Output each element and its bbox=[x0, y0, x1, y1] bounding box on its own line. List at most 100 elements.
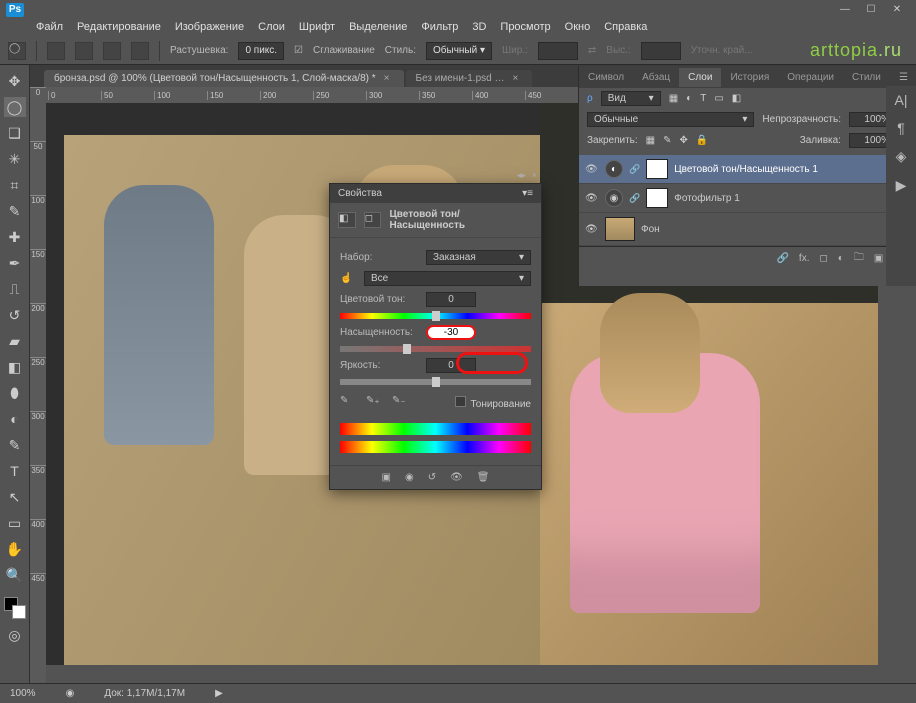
layer-row[interactable]: 👁 Фон 🔒 bbox=[579, 213, 916, 246]
adjustment-icon[interactable]: ◐ bbox=[838, 253, 844, 264]
current-tool-icon[interactable]: ◯ bbox=[8, 42, 26, 60]
gradient-tool-icon[interactable]: ◧ bbox=[4, 357, 26, 377]
doc-size[interactable]: Док: 1,17M/1,17M bbox=[104, 688, 185, 699]
eyedropper-plus-icon[interactable]: ✎₊ bbox=[366, 395, 382, 411]
lightness-input[interactable]: 0 bbox=[426, 358, 476, 373]
visibility-icon[interactable]: 👁 bbox=[585, 224, 599, 235]
close-icon[interactable]: ✕ bbox=[884, 2, 910, 18]
layer-row[interactable]: 👁 ◉ 🔗 Фотофильтр 1 bbox=[579, 184, 916, 213]
marquee-tool-icon[interactable]: ◯ bbox=[4, 97, 26, 117]
hue-slider[interactable] bbox=[340, 313, 531, 319]
eyedropper-tool-icon[interactable]: ✎ bbox=[4, 201, 26, 221]
clip-icon[interactable]: ▣ bbox=[382, 472, 391, 483]
mask-icon[interactable]: ◻ bbox=[819, 253, 827, 264]
tab-history[interactable]: История bbox=[721, 68, 778, 87]
stamp-tool-icon[interactable]: ⎍ bbox=[4, 279, 26, 299]
lock-all-icon[interactable]: 🔒 bbox=[696, 135, 708, 146]
saturation-input[interactable]: -30 bbox=[426, 325, 476, 340]
maximize-icon[interactable]: ☐ bbox=[858, 2, 884, 18]
type-tool-icon[interactable]: T bbox=[4, 461, 26, 481]
new-layer-icon[interactable]: ▣ bbox=[874, 253, 883, 264]
blur-tool-icon[interactable]: ⬮ bbox=[4, 383, 26, 403]
lasso-tool-icon[interactable]: ❑ bbox=[4, 123, 26, 143]
character-panel-icon[interactable]: A| bbox=[895, 92, 908, 108]
mask-thumb[interactable] bbox=[646, 159, 668, 179]
wand-tool-icon[interactable]: ✳ bbox=[4, 149, 26, 169]
zoom-level[interactable]: 100% bbox=[10, 688, 36, 699]
menu-window[interactable]: Окно bbox=[565, 21, 591, 37]
lock-move-icon[interactable]: ✥ bbox=[680, 135, 688, 146]
tab-layers[interactable]: Слои bbox=[679, 68, 721, 87]
doc-tab-2[interactable]: Без имени-1.psd …× bbox=[406, 70, 533, 87]
history-brush-tool-icon[interactable]: ↺ bbox=[4, 305, 26, 325]
status-arrow-icon[interactable]: ▶ bbox=[215, 688, 223, 699]
reset-icon[interactable]: ↺ bbox=[428, 472, 436, 483]
menu-select[interactable]: Выделение bbox=[349, 21, 407, 37]
colorize-checkbox[interactable] bbox=[455, 396, 466, 407]
collapse-icon[interactable]: ◂▸ bbox=[517, 170, 526, 181]
tab-paragraph[interactable]: Абзац bbox=[633, 68, 679, 87]
eyedropper-minus-icon[interactable]: ✎₋ bbox=[392, 395, 408, 411]
layer-name[interactable]: Фон bbox=[641, 224, 660, 235]
status-swatch-icon[interactable]: ◉ bbox=[66, 688, 75, 699]
hue-input[interactable]: 0 bbox=[426, 292, 476, 307]
filter-type-icon[interactable]: T bbox=[700, 93, 706, 104]
close-icon[interactable]: × bbox=[384, 73, 390, 84]
layers-panel-icon[interactable]: ◈ bbox=[896, 148, 907, 165]
trash-icon[interactable]: 🗑 bbox=[477, 472, 490, 483]
visibility-icon[interactable]: 👁 bbox=[585, 193, 599, 204]
dodge-tool-icon[interactable]: ◐ bbox=[4, 409, 26, 429]
blend-mode-select[interactable]: Обычные▾ bbox=[587, 112, 754, 127]
visibility-icon[interactable]: 👁 bbox=[585, 164, 599, 175]
path-tool-icon[interactable]: ↖ bbox=[4, 487, 26, 507]
mask-icon[interactable]: ◻ bbox=[364, 212, 382, 228]
close-icon[interactable]: × bbox=[512, 73, 518, 84]
eraser-tool-icon[interactable]: ▰ bbox=[4, 331, 26, 351]
menu-edit[interactable]: Редактирование bbox=[77, 21, 161, 37]
hand-tool-icon[interactable]: ✋ bbox=[4, 539, 26, 559]
eyedropper-icon[interactable]: ✎ bbox=[340, 395, 356, 411]
selection-add-icon[interactable] bbox=[75, 42, 93, 60]
preset-select[interactable]: Заказная▾ bbox=[426, 250, 531, 265]
brush-tool-icon[interactable]: ✒ bbox=[4, 253, 26, 273]
layer-name[interactable]: Цветовой тон/Насыщенность 1 bbox=[674, 164, 818, 175]
move-tool-icon[interactable]: ✥ bbox=[4, 71, 26, 91]
link-icon[interactable]: 🔗 bbox=[629, 193, 640, 204]
saturation-slider[interactable] bbox=[340, 346, 531, 352]
menu-3d[interactable]: 3D bbox=[472, 21, 486, 37]
filter-smart-icon[interactable]: ◧ bbox=[732, 93, 741, 104]
heal-tool-icon[interactable]: ✚ bbox=[4, 227, 26, 247]
group-icon[interactable]: 🗀 bbox=[854, 250, 864, 267]
lock-pixels-icon[interactable]: ▦ bbox=[646, 135, 655, 146]
menu-filter[interactable]: Фильтр bbox=[421, 21, 458, 37]
feather-input[interactable]: 0 пикс. bbox=[238, 42, 284, 60]
selection-intersect-icon[interactable] bbox=[131, 42, 149, 60]
filter-pixel-icon[interactable]: ▦ bbox=[669, 93, 678, 104]
zoom-tool-icon[interactable]: 🔍 bbox=[4, 565, 26, 585]
selection-sub-icon[interactable] bbox=[103, 42, 121, 60]
color-range-select[interactable]: Все▾ bbox=[364, 271, 531, 286]
adjustment-icon[interactable]: ◧ bbox=[338, 212, 356, 228]
menu-file[interactable]: Файл bbox=[36, 21, 63, 37]
filter-adjust-icon[interactable]: ◐ bbox=[686, 93, 692, 104]
pen-tool-icon[interactable]: ✎ bbox=[4, 435, 26, 455]
selection-new-icon[interactable] bbox=[47, 42, 65, 60]
fx-icon[interactable]: fx. bbox=[799, 253, 810, 264]
tab-styles[interactable]: Стили bbox=[843, 68, 890, 87]
paragraph-panel-icon[interactable]: ¶ bbox=[897, 120, 905, 136]
previous-icon[interactable]: ◉ bbox=[405, 472, 414, 483]
style-select[interactable]: Обычный ▾ bbox=[426, 42, 492, 60]
menu-view[interactable]: Просмотр bbox=[500, 21, 550, 37]
link-layers-icon[interactable]: 🔗 bbox=[776, 253, 788, 264]
panel-menu-icon[interactable]: ☰ bbox=[891, 72, 916, 83]
mask-thumb[interactable] bbox=[646, 188, 668, 208]
doc-tab-1[interactable]: бронза.psd @ 100% (Цветовой тон/Насыщенн… bbox=[44, 70, 404, 87]
crop-tool-icon[interactable]: ⌗ bbox=[4, 175, 26, 195]
panel-menu-icon[interactable]: ▾≡ bbox=[522, 188, 533, 199]
layer-row[interactable]: 👁 ◐ 🔗 Цветовой тон/Насыщенность 1 bbox=[579, 155, 916, 184]
menu-image[interactable]: Изображение bbox=[175, 21, 244, 37]
filter-shape-icon[interactable]: ▭ bbox=[714, 93, 723, 104]
close-icon[interactable]: × bbox=[532, 170, 537, 181]
lightness-slider[interactable] bbox=[340, 379, 531, 385]
filter-kind-icon[interactable]: ρ bbox=[587, 93, 593, 104]
